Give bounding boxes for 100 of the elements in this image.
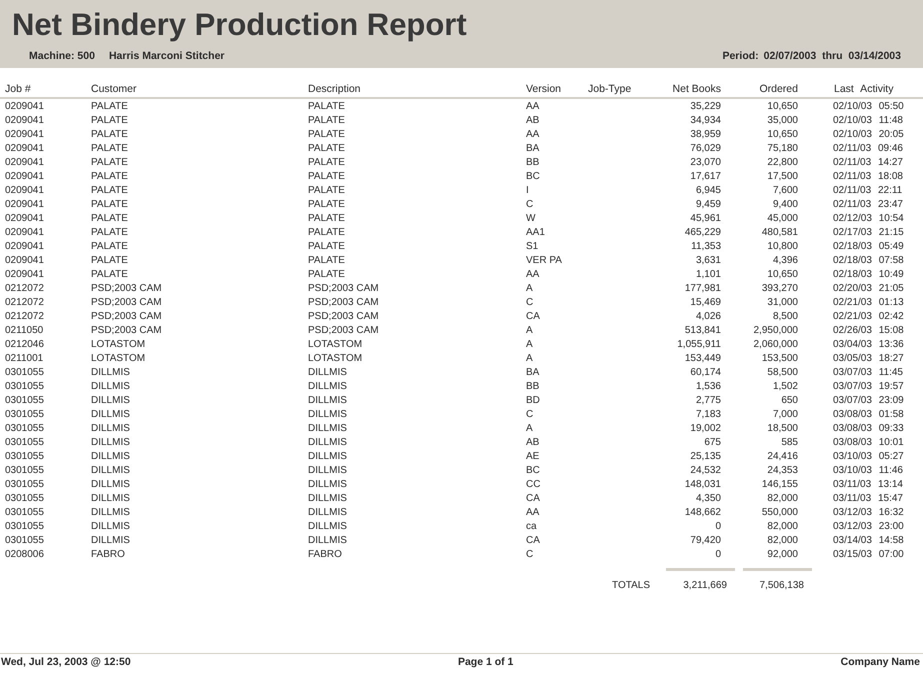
job-number-cell-text: 0209041 bbox=[4, 156, 45, 170]
ordered-cell-text: 10,650 bbox=[766, 100, 798, 114]
ordered-cell-text: 18,500 bbox=[766, 422, 798, 436]
net-books-cell-text: 24,532 bbox=[689, 464, 721, 478]
job-number-cell-text: 0209041 bbox=[4, 114, 45, 128]
customer-cell-text: PALATE bbox=[91, 254, 129, 268]
net-books-cell-text: 148,031 bbox=[684, 478, 721, 492]
customer-cell-text: PALATE bbox=[91, 170, 129, 184]
last-activity-cell-text: 02/21/03 01:13 bbox=[832, 296, 905, 310]
column-header: Description bbox=[308, 83, 362, 95]
description-cell-text: PALATE bbox=[308, 240, 346, 254]
version-cell-text: A bbox=[526, 282, 534, 296]
version-cell-text: AE bbox=[526, 450, 540, 464]
ordered-cell-text: 1,502 bbox=[772, 380, 798, 394]
ordered-cell-text: 153,500 bbox=[760, 352, 798, 366]
customer-cell-text: PSD;2003 CAM bbox=[91, 282, 163, 296]
description-cell-text: PSD;2003 CAM bbox=[308, 282, 380, 296]
last-activity-cell-text: 02/11/03 18:08 bbox=[832, 170, 904, 184]
customer-cell-text: PSD;2003 CAM bbox=[91, 296, 163, 310]
net-books-cell-text: 0 bbox=[714, 520, 721, 534]
version-cell-text: AB bbox=[526, 114, 540, 128]
version-cell-text: A bbox=[526, 422, 534, 436]
last-activity-cell-text: 02/20/03 21:05 bbox=[832, 282, 905, 296]
description-cell-text: PSD;2003 CAM bbox=[308, 296, 380, 310]
version-cell-text: VER PA bbox=[526, 254, 563, 268]
description-cell-text: DILLMIS bbox=[308, 492, 348, 506]
job-number-cell-text: 0208006 bbox=[4, 548, 45, 562]
last-activity-cell-text: 02/17/03 21:15 bbox=[832, 226, 905, 240]
last-activity-cell-text: 03/07/03 19:57 bbox=[832, 380, 905, 394]
description-cell-text: PALATE bbox=[308, 100, 346, 114]
ordered-cell-text: 480,581 bbox=[760, 226, 798, 240]
last-activity-cell-text: 03/04/03 13:36 bbox=[832, 338, 905, 352]
last-activity-cell-text: 03/10/03 05:27 bbox=[832, 450, 905, 464]
version-cell-text: A bbox=[526, 352, 534, 366]
version-cell-text: A bbox=[526, 324, 534, 338]
version-cell-text: A bbox=[526, 338, 534, 352]
ordered-cell-text: 24,353 bbox=[766, 464, 798, 478]
last-activity-cell-text: 02/18/03 10:49 bbox=[832, 268, 905, 282]
customer-cell-text: PALATE bbox=[91, 198, 129, 212]
last-activity-cell-text: 02/18/03 07:58 bbox=[832, 254, 905, 268]
version-cell-text: AA bbox=[526, 268, 540, 282]
customer-cell-text: PALATE bbox=[91, 114, 129, 128]
description-cell-text: PALATE bbox=[308, 268, 346, 282]
ordered-cell-text: 2,950,000 bbox=[752, 324, 798, 338]
net-books-total: 3,211,669 bbox=[682, 579, 727, 593]
last-activity-cell-text: 02/10/03 05:50 bbox=[832, 100, 905, 114]
ordered-cell-text: 35,000 bbox=[766, 114, 798, 128]
job-number-cell-text: 0301055 bbox=[4, 394, 45, 408]
job-number-cell-text: 0209041 bbox=[4, 170, 45, 184]
last-activity-cell-text: 02/11/03 23:47 bbox=[832, 198, 904, 212]
customer-cell-text: DILLMIS bbox=[91, 520, 131, 534]
net-books-cell-text: 17,617 bbox=[689, 170, 721, 184]
job-number-cell-text: 0209041 bbox=[4, 184, 45, 198]
page-number: Page 1 of 1 bbox=[458, 656, 514, 668]
last-activity-cell-text: 03/08/03 10:01 bbox=[832, 436, 905, 450]
net-books-cell-text: 35,229 bbox=[689, 100, 721, 114]
net-books-cell-text: 4,350 bbox=[694, 492, 721, 506]
version-cell-text: BC bbox=[526, 170, 541, 184]
net-books-cell-text: 79,420 bbox=[689, 534, 721, 548]
job-number-cell-text: 0301055 bbox=[4, 534, 45, 548]
job-number-cell-text: 0301055 bbox=[4, 520, 45, 534]
ordered-cell-text: 10,800 bbox=[766, 240, 798, 254]
last-activity-cell-text: 03/12/03 16:32 bbox=[832, 506, 905, 520]
version-cell-text: AB bbox=[526, 436, 540, 450]
job-number-cell-text: 0301055 bbox=[4, 408, 45, 422]
customer-cell-text: PALATE bbox=[91, 100, 129, 114]
job-number-cell-text: 0301055 bbox=[4, 450, 45, 464]
last-activity-cell-text: 02/11/03 22:11 bbox=[832, 184, 904, 198]
ordered-cell-text: 7,600 bbox=[772, 184, 798, 198]
version-cell-text: BB bbox=[526, 156, 540, 170]
ordered-cell-text: 17,500 bbox=[766, 170, 798, 184]
net-books-cell-text: 148,662 bbox=[684, 506, 721, 520]
job-number-cell-text: 0212072 bbox=[4, 296, 45, 310]
last-activity-cell-text: 03/11/03 13:14 bbox=[832, 478, 904, 492]
ordered-cell-text: 24,416 bbox=[766, 450, 798, 464]
last-activity-cell-text: 02/10/03 11:48 bbox=[832, 114, 904, 128]
version-cell-text: W bbox=[526, 212, 536, 226]
description-cell-text: DILLMIS bbox=[308, 450, 348, 464]
customer-cell-text: PALATE bbox=[91, 226, 129, 240]
report-title: Net Bindery Production Report bbox=[12, 6, 468, 44]
description-cell-text: FABRO bbox=[308, 548, 343, 562]
ordered-cell-text: 75,180 bbox=[766, 142, 798, 156]
column-header: Job-Type bbox=[588, 83, 632, 95]
net-books-cell-text: 23,070 bbox=[689, 156, 721, 170]
job-number-cell-text: 0212072 bbox=[4, 310, 45, 324]
net-books-cell-text: 3,631 bbox=[694, 254, 721, 268]
net-books-cell-text: 34,934 bbox=[689, 114, 721, 128]
description-cell-text: PALATE bbox=[308, 156, 346, 170]
customer-cell-text: PALATE bbox=[91, 128, 129, 142]
job-number-cell-text: 0301055 bbox=[4, 366, 45, 380]
version-cell-text: C bbox=[526, 408, 534, 422]
last-activity-cell-text: 02/12/03 10:54 bbox=[832, 212, 905, 226]
last-activity-cell-text: 02/10/03 20:05 bbox=[832, 128, 905, 142]
job-number-cell-text: 0212046 bbox=[4, 338, 45, 352]
ordered-cell-text: 8,500 bbox=[772, 310, 798, 324]
description-cell-text: PALATE bbox=[308, 128, 346, 142]
ordered-cell-text: 146,155 bbox=[760, 478, 798, 492]
last-activity-cell-text: 02/11/03 09:46 bbox=[832, 142, 904, 156]
net-books-cell-text: 1,055,911 bbox=[676, 338, 721, 352]
ordered-cell-text: 7,000 bbox=[772, 408, 798, 422]
